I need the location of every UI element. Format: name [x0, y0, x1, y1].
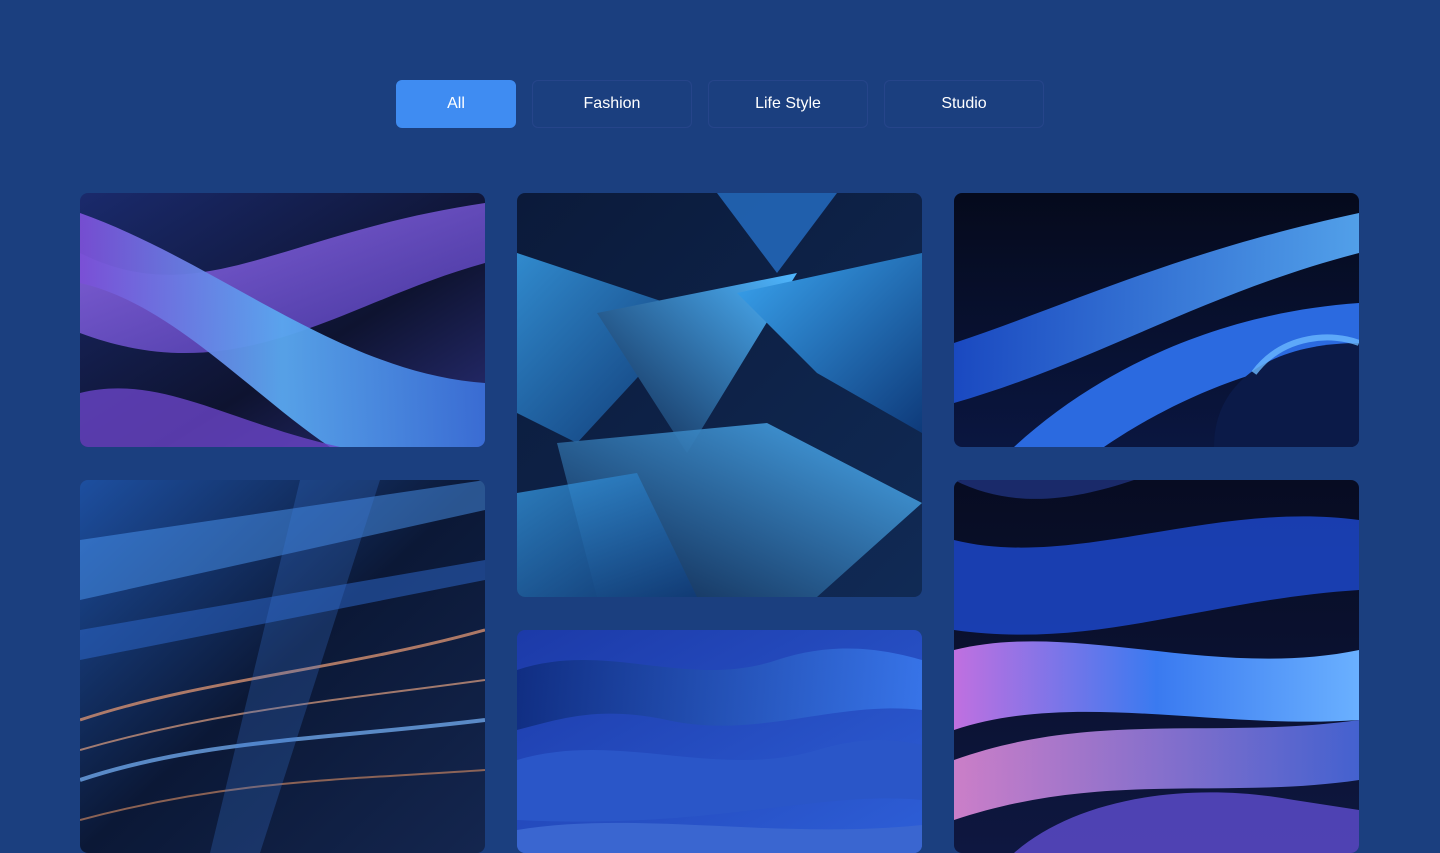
gallery-image-2[interactable] — [517, 193, 922, 597]
category-filter-bar: All Fashion Life Style Studio — [396, 80, 1044, 128]
gallery-image-4[interactable] — [80, 480, 485, 853]
gallery-image-6[interactable] — [954, 480, 1359, 853]
filter-fashion-button[interactable]: Fashion — [532, 80, 692, 128]
gallery-image-3[interactable] — [954, 193, 1359, 447]
gallery-image-1[interactable] — [80, 193, 485, 447]
filter-lifestyle-button[interactable]: Life Style — [708, 80, 868, 128]
filter-studio-button[interactable]: Studio — [884, 80, 1044, 128]
filter-all-button[interactable]: All — [396, 80, 516, 128]
gallery-image-5[interactable] — [517, 630, 922, 853]
